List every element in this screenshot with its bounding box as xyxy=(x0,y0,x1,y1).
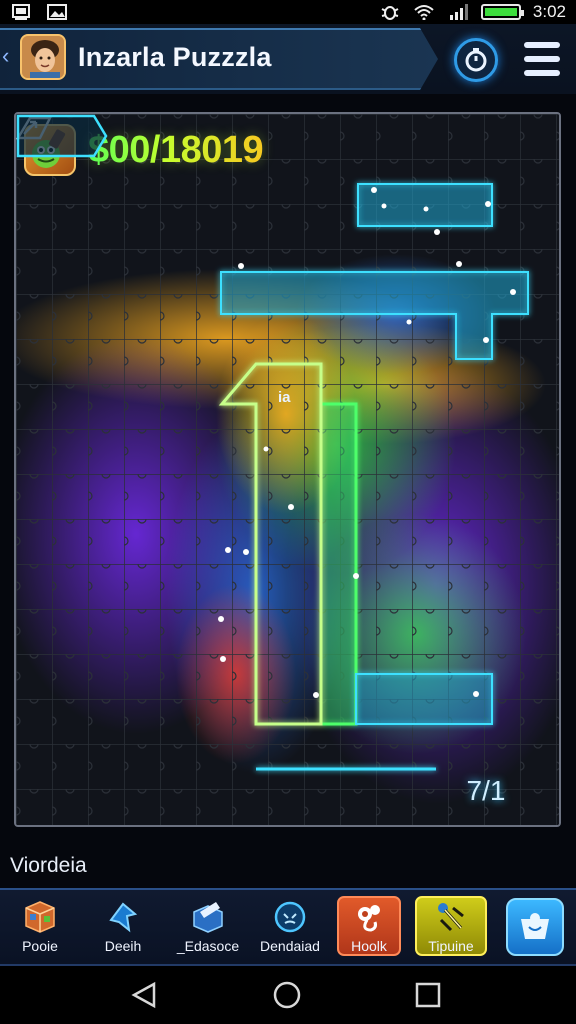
tool-puzzle-button[interactable]: Pooie xyxy=(0,890,80,964)
tool-user-button[interactable] xyxy=(494,890,576,964)
timer-icon xyxy=(465,48,487,72)
level-text: 7/1 xyxy=(466,775,506,806)
hamburger-line xyxy=(524,56,560,62)
gallery-icon xyxy=(12,4,30,20)
tool-label: Pooie xyxy=(22,938,58,954)
tool-design-button[interactable]: Deeih xyxy=(80,890,166,964)
tool-edit-button[interactable]: _Edasoce xyxy=(166,890,250,964)
timer-button[interactable] xyxy=(454,38,498,82)
home-circle-icon[interactable] xyxy=(273,981,301,1009)
tool-download-button[interactable]: Dendaiad xyxy=(250,890,330,964)
level-badge xyxy=(16,114,108,158)
hamburger-line xyxy=(524,70,560,76)
puzzle-board[interactable]: ia $00/18019 7/1 xyxy=(14,112,561,827)
puzzle-grid[interactable]: ia xyxy=(16,114,561,827)
bottom-toolbar: Pooie Deeih _Edasoce Dendaiad Hoolk Tipu… xyxy=(0,888,576,966)
edit-box-icon xyxy=(189,900,227,934)
tool-label: Tipuine xyxy=(428,938,474,954)
tool-label: Deeih xyxy=(104,938,142,954)
puzzle-box-icon xyxy=(21,900,59,934)
user-cart-icon xyxy=(506,898,564,956)
image-icon xyxy=(47,4,67,20)
status-time: 3:02 xyxy=(532,2,566,21)
design-arrow-icon xyxy=(104,900,142,934)
menu-button[interactable] xyxy=(524,42,560,76)
game-title: Inzarla Puzzzla xyxy=(78,42,272,72)
signal-icon xyxy=(449,4,468,20)
overlay-label: ia xyxy=(278,389,291,406)
battery-icon xyxy=(480,4,524,20)
hamburger-icon xyxy=(524,42,560,48)
tool-label: _Edasoce xyxy=(176,938,240,954)
game-header: ‹ Inzarla Puzzzla xyxy=(0,24,576,94)
section-label: Viordeia xyxy=(10,854,87,877)
tips-tool-icon xyxy=(432,900,470,934)
back-triangle-icon[interactable] xyxy=(131,981,156,1009)
wifi-icon xyxy=(414,5,434,20)
tool-tips-button[interactable]: Tipuine xyxy=(408,890,494,964)
chevron-left-icon[interactable]: ‹ xyxy=(2,45,9,67)
recent-square-icon[interactable] xyxy=(415,982,441,1008)
bug-icon xyxy=(381,6,399,20)
download-circle-icon xyxy=(271,900,309,934)
score-counter: $00/18019 xyxy=(88,128,264,171)
tool-hook-button[interactable]: Hoolk xyxy=(330,890,408,964)
hook-icon xyxy=(350,900,388,934)
player-avatar[interactable] xyxy=(20,34,66,80)
tool-label: Hoolk xyxy=(351,938,387,954)
system-nav-bar xyxy=(0,966,576,1024)
avatar-face-icon xyxy=(22,36,64,78)
status-bar: 3:02 xyxy=(0,0,576,24)
tool-label: Dendaiad xyxy=(260,938,320,954)
